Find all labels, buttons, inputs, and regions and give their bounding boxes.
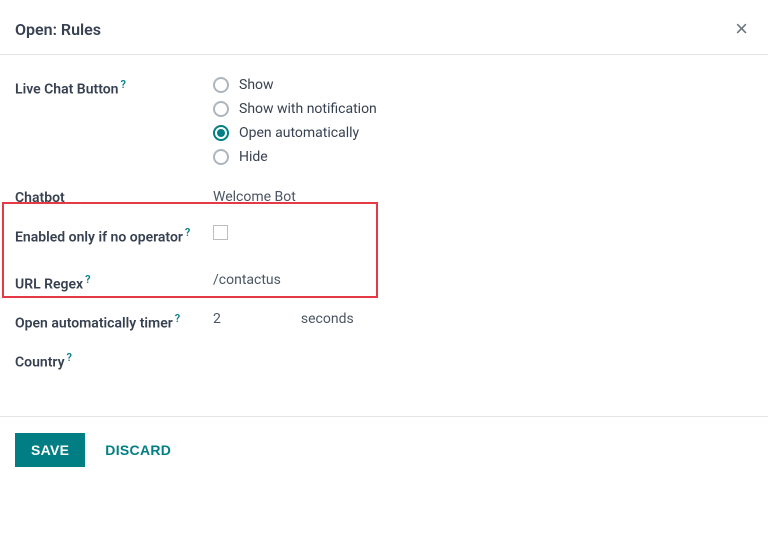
help-icon[interactable]: ? [121, 78, 126, 91]
label-text: Country [15, 355, 65, 371]
help-icon[interactable]: ? [175, 312, 180, 325]
label-chatbot: Chatbot [15, 187, 213, 209]
timer-value[interactable]: 2 [213, 311, 221, 327]
field-live-chat-button: Live Chat Button? Show Show with notific… [15, 75, 753, 165]
value-url-regex[interactable]: /contactus [213, 270, 753, 288]
radio-show[interactable]: Show [213, 77, 753, 93]
label-url-regex: URL Regex? [15, 270, 213, 295]
close-button[interactable]: × [735, 18, 748, 40]
timer-unit: seconds [301, 311, 354, 327]
radio-icon [213, 149, 229, 165]
radio-open-automatically[interactable]: Open automatically [213, 125, 753, 141]
field-url-regex: URL Regex? /contactus [15, 270, 753, 295]
field-country: Country? [15, 348, 753, 373]
radio-group-live-chat: Show Show with notification Open automat… [213, 75, 753, 165]
radio-icon [213, 77, 229, 93]
field-enabled-only-if-no-operator: Enabled only if no operator? [15, 223, 753, 248]
value-open-auto-timer: 2 seconds [213, 309, 753, 327]
label-text: Open automatically timer [15, 316, 173, 332]
help-icon[interactable]: ? [185, 226, 190, 239]
checkbox-enabled-only-if-no-operator[interactable] [213, 225, 228, 240]
field-open-auto-timer: Open automatically timer? 2 seconds [15, 309, 753, 334]
radio-show-notification[interactable]: Show with notification [213, 101, 753, 117]
radio-label: Show [239, 77, 274, 93]
label-open-auto-timer: Open automatically timer? [15, 309, 213, 334]
radio-label: Open automatically [239, 125, 359, 141]
radio-hide[interactable]: Hide [213, 149, 753, 165]
radio-label: Show with notification [239, 101, 377, 117]
help-icon[interactable]: ? [85, 273, 90, 286]
field-chatbot: Chatbot Welcome Bot [15, 187, 753, 209]
radio-icon [213, 101, 229, 117]
modal-footer: SAVE DISCARD [0, 416, 768, 483]
value-country[interactable] [213, 348, 753, 350]
label-live-chat-button: Live Chat Button? [15, 75, 213, 100]
discard-button[interactable]: DISCARD [101, 433, 175, 467]
label-text: Live Chat Button [15, 82, 119, 98]
radio-icon [213, 125, 229, 141]
modal-title: Open: Rules [15, 20, 101, 39]
modal-body: Live Chat Button? Show Show with notific… [0, 55, 768, 416]
label-text: Enabled only if no operator [15, 229, 183, 245]
radio-label: Hide [239, 149, 268, 165]
label-text: URL Regex [15, 277, 83, 293]
save-button[interactable]: SAVE [15, 433, 85, 467]
value-enabled-only-if-no-operator [213, 223, 753, 244]
label-enabled-only-if-no-operator: Enabled only if no operator? [15, 223, 213, 248]
value-chatbot[interactable]: Welcome Bot [213, 187, 753, 205]
label-country: Country? [15, 348, 213, 373]
help-icon[interactable]: ? [67, 351, 72, 364]
modal-header: Open: Rules × [0, 0, 768, 55]
